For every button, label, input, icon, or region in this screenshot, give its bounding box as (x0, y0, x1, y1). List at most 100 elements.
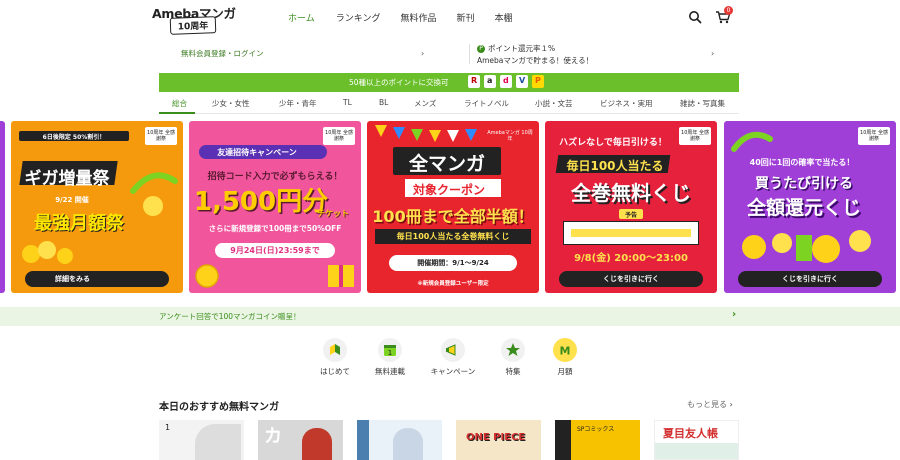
see-more-link[interactable]: もっと見る › (687, 399, 733, 410)
nav-home[interactable]: ホーム (288, 11, 315, 24)
register-login-link[interactable]: 無料会員登録・ログイン (181, 48, 264, 59)
ponta-logo: P (532, 75, 544, 88)
banner-unit: チケット (317, 209, 349, 218)
calendar-one-icon: 1 (378, 338, 402, 362)
star-icon (501, 338, 525, 362)
nav-free[interactable]: 無料作品 (400, 11, 436, 24)
coin-icon (195, 264, 219, 288)
anniversary-badge: 10周年 (169, 16, 217, 35)
tab-shoujo[interactable]: 少女・女性 (212, 98, 250, 109)
main-nav: ホーム ランキング 無料作品 新刊 本棚 (288, 11, 513, 24)
manga-cover[interactable]: カ (258, 420, 343, 460)
tab-tl[interactable]: TL (343, 98, 352, 107)
tab-business[interactable]: ビジネス・実用 (600, 98, 653, 109)
banner-tag: 友達招待キャンペーン (217, 148, 297, 157)
quick-link-label: 無料連載 (375, 367, 405, 376)
tab-mens[interactable]: メンズ (414, 98, 436, 109)
quick-link-monthly[interactable]: M 月額 (540, 338, 590, 377)
svg-text:1: 1 (388, 349, 392, 357)
nav-ranking[interactable]: ランキング (336, 11, 381, 24)
manga-cover[interactable]: 1 (159, 420, 244, 460)
tab-bl[interactable]: BL (379, 98, 388, 107)
account-row: 無料会員登録・ログイン › P ポイント還元率１% Amebaマンガで貯まる！使… (159, 42, 739, 66)
point-icon: P (477, 44, 485, 53)
section-title: 本日のおすすめ無料マンガ (159, 402, 279, 413)
banner-subtitle: 全巻無料くじ (571, 181, 691, 205)
banner-details-button[interactable]: 詳細をみる (25, 271, 169, 287)
banner-subtitle: 全額還元くじ (746, 197, 861, 219)
site-logo[interactable]: Amebaマンガ 10周年 (152, 3, 236, 35)
search-icon[interactable] (688, 9, 704, 25)
quick-link-free-series[interactable]: 1 無料連載 (365, 338, 415, 377)
tab-magazine[interactable]: 雑誌・写真集 (680, 98, 725, 109)
quick-link-beginner[interactable]: はじめて (310, 338, 360, 377)
beginner-leaf-icon (323, 338, 347, 362)
chevron-right-icon: › (729, 400, 733, 409)
manga-cover[interactable]: ONE PIECE (456, 420, 541, 460)
active-tab-indicator (159, 112, 195, 114)
prev-banner-peek[interactable] (0, 121, 5, 293)
m-icon: M (553, 338, 577, 362)
banner-title: 全マンガ (408, 153, 485, 175)
decoration-icon (130, 172, 178, 216)
quick-link-feature[interactable]: 特集 (488, 338, 538, 377)
nav-bookshelf[interactable]: 本棚 (495, 11, 513, 24)
banner-refund-lottery[interactable]: 10周年 全感謝祭 40回に1回の確率で当たる！ 買うたび引ける 全額還元くじ … (724, 121, 896, 293)
banner-strip-text: 毎日100人当たる全巻無料くじ (396, 232, 510, 241)
rakuten-logo: R (468, 75, 480, 88)
point-rate[interactable]: P ポイント還元率１% (477, 43, 555, 54)
gift-icon (328, 265, 354, 287)
anniversary-badge: 10周年 全感謝祭 (858, 127, 890, 145)
quick-link-label: 月額 (557, 367, 573, 376)
banner-lottery-button[interactable]: くじを引きに行く (559, 271, 703, 287)
svg-text:M: M (560, 345, 571, 358)
banner-main-offer: 100冊まで全部半額！ (372, 207, 534, 226)
tab-shounen[interactable]: 少年・青年 (279, 98, 317, 109)
banner-top-text: ハズレなしで毎日引ける！ (559, 138, 667, 148)
v-point-logo: V (516, 75, 528, 88)
info-highlight (571, 229, 691, 237)
banner-date: 9/8(金) 20:00〜23:00 (574, 253, 688, 264)
divider (469, 44, 470, 64)
quick-link-label: はじめて (320, 367, 350, 376)
manga-cover[interactable]: 夏目友人帳 (654, 420, 739, 460)
banner-top-text: 40回に1回の確率で当たる！ (749, 158, 855, 167)
banner-period: 開催期間：9/1〜9/24 (417, 259, 489, 267)
nav-new[interactable]: 新刊 (456, 11, 474, 24)
banner-lottery-button[interactable]: くじを引きに行く (738, 271, 882, 287)
banner-note: ※新規会員登録ユーザー限定 (417, 281, 489, 287)
megaphone-icon (441, 338, 465, 362)
banner-invite-campaign[interactable]: 10周年 全感謝祭 友達招待キャンペーン 招待コード入力で必ずもらえる！ 1,5… (189, 121, 361, 293)
chevron-right-icon: › (732, 309, 737, 320)
banner-giga-zouryou[interactable]: 10周年 全感謝祭 6日後限定 50%割引！ ギガ増量祭 9/22 開催 最強月… (11, 121, 183, 293)
cart-count-badge: 0 (724, 6, 733, 15)
site-header: Amebaマンガ 10周年 ホーム ランキング 無料作品 新刊 本棚 0 (0, 0, 900, 38)
banner-daily-lottery[interactable]: 10周年 全感謝祭 ハズレなしで毎日引ける！ 毎日100人当たる 全巻無料くじ … (545, 121, 717, 293)
manga-cover[interactable]: SPコミックス (555, 420, 640, 460)
tab-general[interactable]: 総合 (172, 98, 187, 109)
banner-subtitle: 対象クーポン (412, 183, 485, 197)
quick-links: はじめて 1 無料連載 キャンペーン 特集 M 月額 (0, 338, 900, 380)
survey-banner[interactable]: アンケート回答で100マンガコイン贈呈！ › (0, 307, 900, 326)
chevron-right-icon[interactable]: › (711, 49, 714, 58)
banner-top-text: 6日後限定 50%割引！ (42, 134, 106, 141)
point-exchange-bar[interactable]: 50種以上のポイントに交換可 R a d V P (159, 73, 739, 92)
partner-logos: R a d V P (468, 75, 548, 88)
manga-cover[interactable] (357, 420, 442, 460)
quick-link-label: キャンペーン (430, 367, 476, 376)
tab-novel[interactable]: 小説・文芸 (535, 98, 573, 109)
genre-tabs: 総合 少女・女性 少年・青年 TL BL メンズ ライトノベル 小説・文芸 ビジ… (159, 96, 739, 114)
decoration-icon (731, 131, 773, 152)
survey-text: アンケート回答で100マンガコイン贈呈！ (159, 312, 301, 321)
banner-all-manga-coupon[interactable]: Amebaマンガ 10周年 全マンガ 対象クーポン 100冊まで全部半額！ 毎日… (367, 121, 539, 293)
tab-light-novel[interactable]: ライトノベル (464, 98, 509, 109)
campaign-carousel: 10周年 全感謝祭 6日後限定 50%割引！ ギガ増量祭 9/22 開催 最強月… (0, 121, 900, 293)
banner-tag: 予告 (624, 212, 637, 219)
quick-link-label: 特集 (505, 367, 521, 376)
d-point-logo: d (500, 75, 512, 88)
anniversary-badge: 10周年 全感謝祭 (145, 127, 177, 145)
quick-link-campaign[interactable]: キャンペーン (428, 338, 478, 377)
point-exchange-text: 50種以上のポイントに交換可 (349, 78, 449, 87)
chevron-right-icon: › (421, 49, 425, 58)
coin-pile-icon (742, 230, 871, 263)
